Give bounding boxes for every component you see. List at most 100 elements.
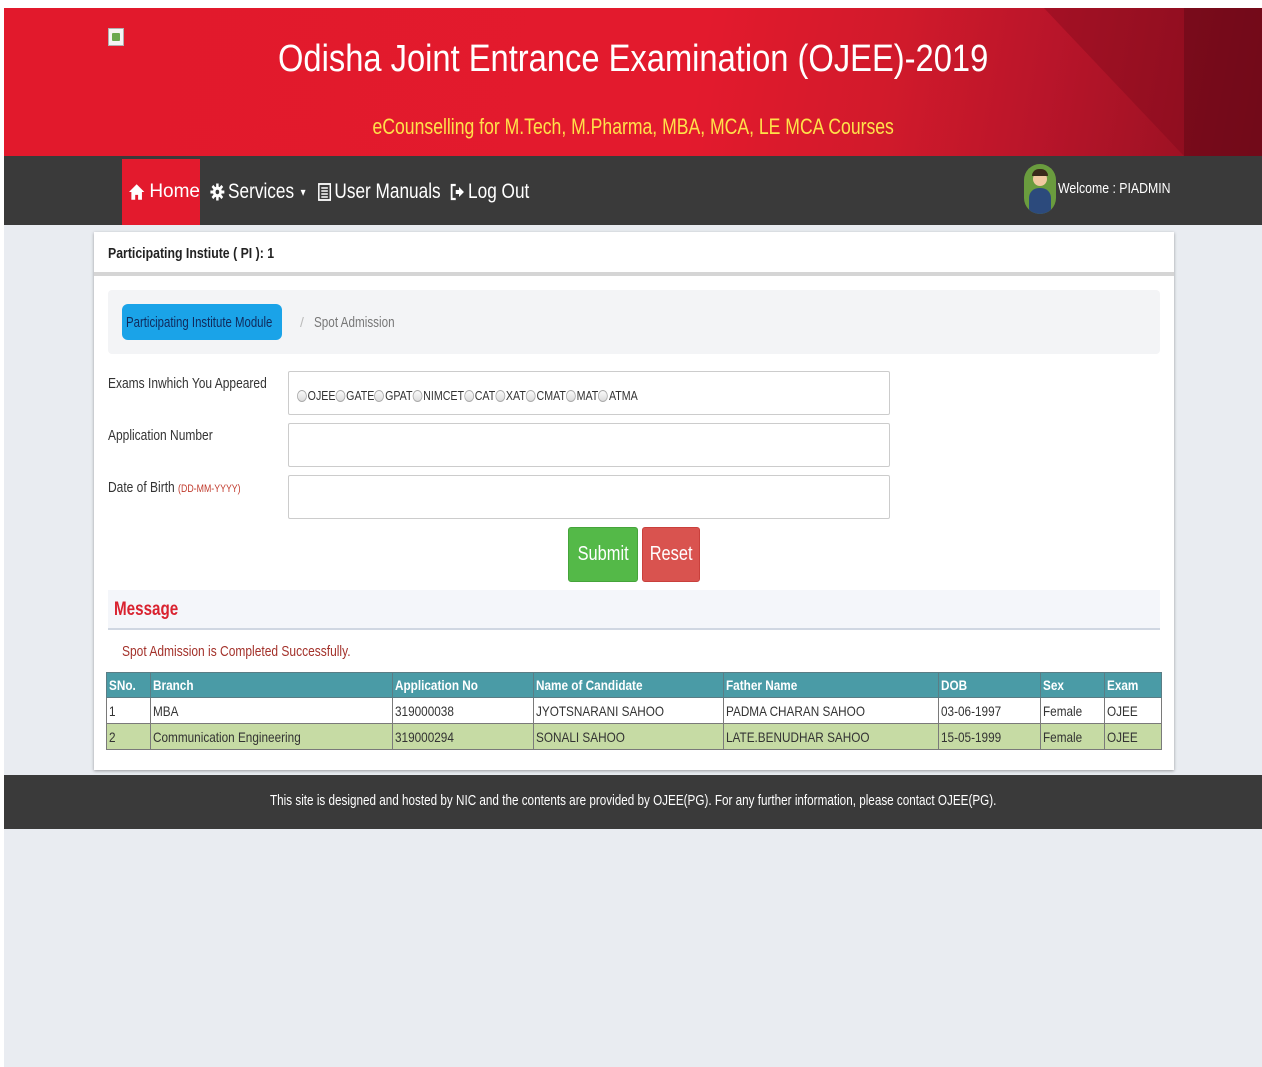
- column-header: Exam: [1104, 672, 1162, 698]
- table-cell-text: 15-05-1999: [941, 728, 1002, 745]
- exam-option-cat[interactable]: CAT: [464, 388, 495, 403]
- table-cell-text: OJEE: [1107, 702, 1138, 719]
- exam-option-mat[interactable]: MAT: [565, 388, 599, 403]
- table-cell-text: LATE.BENUDHAR SAHOO: [726, 728, 870, 745]
- table-cell-text: MBA: [152, 702, 179, 719]
- nav-home-label: Home: [149, 181, 200, 202]
- breadcrumb: Participating Institute Module / Spot Ad…: [108, 290, 1160, 354]
- exam-options: OJEE GATE GPAT NIMCET CAT XAT CMAT MAT ATMA: [297, 388, 638, 403]
- exam-option-label: ATMA: [608, 388, 638, 403]
- submit-button-label: Submit: [577, 543, 629, 565]
- exam-option-label: CAT: [474, 388, 496, 403]
- table-cell: 15-05-1999: [938, 723, 1042, 750]
- nav-user-manuals[interactable]: User Manuals: [318, 159, 441, 225]
- radio-button[interactable]: [335, 389, 346, 402]
- column-header: Branch: [149, 672, 393, 698]
- exam-option-label: NIMCET: [423, 388, 465, 403]
- panel-heading: Participating Instiute ( PI ): 1: [94, 232, 1174, 276]
- column-header: Father Name: [723, 672, 940, 698]
- table-body: 1 MBA 319000038 JYOTSNARANI SAHOO PADMA CHAR…: [106, 697, 1162, 750]
- exam-option-gate[interactable]: GATE: [335, 388, 374, 403]
- table-cell: OJEE: [1104, 723, 1162, 750]
- header-decoration-right: [1184, 8, 1262, 156]
- avatar-body: [1029, 188, 1051, 214]
- column-header-label: Branch: [152, 677, 194, 693]
- exam-option-label: MAT: [576, 388, 599, 403]
- table-row: 2 Communication Engineering 319000294 SONAL…: [106, 723, 1162, 750]
- site-footer: This site is designed and hosted by NIC …: [4, 775, 1262, 829]
- dob-label: Date of Birth (DD-MM-YYYY): [108, 479, 241, 496]
- table-cell: OJEE: [1104, 697, 1162, 724]
- exams-radio-group: OJEE GATE GPAT NIMCET CAT XAT CMAT MAT ATMA: [288, 371, 890, 415]
- dob-input[interactable]: [288, 475, 890, 519]
- table-cell: LATE.BENUDHAR SAHOO: [723, 723, 940, 750]
- message-heading-bar: Message: [108, 590, 1160, 630]
- radio-button[interactable]: [525, 389, 536, 402]
- exam-option-cmat[interactable]: CMAT: [525, 388, 566, 403]
- table-cell: MBA: [149, 697, 393, 724]
- column-header: DOB: [938, 672, 1042, 698]
- radio-button[interactable]: [495, 389, 506, 402]
- table-cell: 03-06-1997: [938, 697, 1042, 724]
- message-heading: Message: [114, 599, 179, 620]
- column-header-label: SNo.: [109, 677, 136, 693]
- exam-option-xat[interactable]: XAT: [495, 388, 526, 403]
- breadcrumb-current: Spot Admission: [314, 314, 395, 331]
- breadcrumb-separator: /: [300, 314, 304, 330]
- radio-button[interactable]: [297, 389, 307, 402]
- main-navbar: Home Services ▾ User Manuals Log Out Wel…: [4, 156, 1262, 225]
- logout-icon: [450, 183, 464, 201]
- welcome-text: Welcome : PIADMIN: [1058, 180, 1171, 197]
- nav-logout[interactable]: Log Out: [450, 159, 529, 225]
- breadcrumb-module-link[interactable]: Participating Institute Module: [122, 304, 282, 340]
- submit-button[interactable]: Submit: [568, 527, 638, 582]
- table-cell-text: 1: [109, 702, 116, 719]
- exam-option-nimcet[interactable]: NIMCET: [412, 388, 465, 403]
- radio-button[interactable]: [374, 389, 385, 402]
- exam-option-label: GPAT: [385, 388, 413, 403]
- user-avatar[interactable]: [1024, 164, 1056, 214]
- column-header: SNo.: [106, 672, 151, 698]
- nav-services-label: Services: [228, 180, 295, 203]
- main-panel: Participating Instiute ( PI ): 1 Partici…: [94, 232, 1174, 770]
- dob-label-text: Date of Birth: [108, 479, 175, 496]
- table-cell: JYOTSNARANI SAHOO: [532, 697, 725, 724]
- nav-user-manuals-label: User Manuals: [334, 180, 441, 203]
- application-number-input[interactable]: [288, 423, 890, 467]
- radio-button[interactable]: [598, 389, 609, 402]
- site-title: Odisha Joint Entrance Examination (OJEE)…: [278, 38, 989, 80]
- footer-text: This site is designed and hosted by NIC …: [270, 792, 997, 809]
- table-cell-text: JYOTSNARANI SAHOO: [535, 702, 664, 719]
- table-cell-text: Female: [1043, 702, 1083, 719]
- table-cell-text: OJEE: [1107, 728, 1138, 745]
- table-cell: 1: [106, 697, 151, 724]
- column-header-label: Father Name: [726, 677, 798, 693]
- document-icon: [318, 183, 332, 201]
- column-header-label: Name of Candidate: [535, 677, 643, 693]
- table-cell: SONALI SAHOO: [532, 723, 725, 750]
- table-cell-text: 03-06-1997: [941, 702, 1002, 719]
- table-cell-text: 2: [109, 728, 116, 745]
- column-header: Application No: [391, 672, 534, 698]
- exam-option-gpat[interactable]: GPAT: [374, 388, 413, 403]
- exam-option-ojee[interactable]: OJEE: [297, 388, 336, 403]
- exam-option-label: XAT: [505, 388, 526, 403]
- table-cell: Communication Engineering: [149, 723, 393, 750]
- exam-option-label: CMAT: [536, 388, 566, 403]
- radio-button[interactable]: [464, 389, 474, 402]
- column-header-label: Application No: [394, 677, 478, 693]
- gear-icon: [210, 183, 225, 201]
- table-cell-text: Communication Engineering: [152, 728, 301, 745]
- table-cell-text: PADMA CHARAN SAHOO: [726, 702, 866, 719]
- radio-button[interactable]: [565, 389, 576, 402]
- reset-button[interactable]: Reset: [642, 527, 700, 582]
- reset-button-label: Reset: [649, 543, 693, 565]
- caret-down-icon: ▾: [300, 185, 306, 199]
- radio-button[interactable]: [412, 389, 423, 402]
- exam-option-atma[interactable]: ATMA: [598, 388, 638, 403]
- avatar-hair: [1032, 169, 1048, 176]
- column-header: Sex: [1040, 672, 1106, 698]
- table-cell-text: Female: [1043, 728, 1083, 745]
- nav-services-dropdown[interactable]: Services ▾: [210, 159, 306, 225]
- nav-home[interactable]: Home: [122, 159, 200, 225]
